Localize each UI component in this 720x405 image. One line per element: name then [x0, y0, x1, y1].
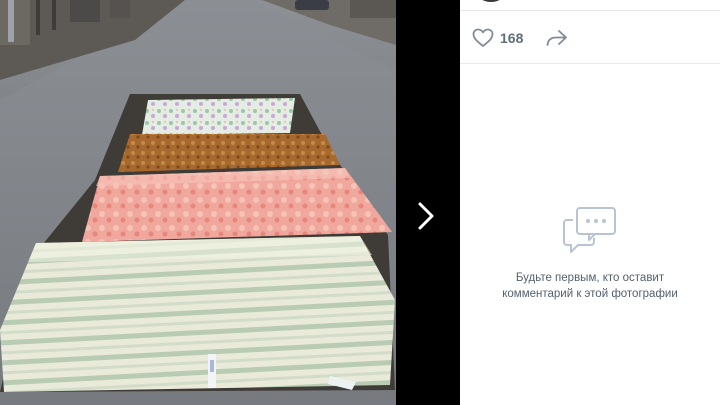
empty-text-line: Будьте первым, кто оставит [515, 272, 665, 284]
next-photo-button[interactable] [411, 198, 441, 234]
like-count: 168 [500, 30, 524, 46]
chevron-right-icon [418, 202, 434, 230]
divider [460, 10, 720, 11]
heart-outline-icon [472, 28, 494, 47]
comment-bubbles-icon [563, 207, 616, 253]
photo-viewer-image[interactable] [0, 0, 396, 405]
empty-text-line: комментарий к этой фотографии [502, 288, 678, 300]
photo-side-panel: 168 Будьте первым, кто оставит комментар… [460, 0, 720, 405]
road-mattresses-photo [0, 0, 396, 405]
share-button[interactable] [545, 28, 569, 48]
divider [460, 63, 720, 64]
comments-empty-text: Будьте первым, кто оставит комментарий к… [460, 270, 720, 302]
author-avatar[interactable] [478, 0, 504, 2]
comments-empty-state: Будьте первым, кто оставит комментарий к… [460, 206, 720, 302]
post-actions: 168 [472, 24, 569, 52]
share-arrow-icon [546, 30, 568, 46]
like-button[interactable]: 168 [472, 28, 523, 48]
